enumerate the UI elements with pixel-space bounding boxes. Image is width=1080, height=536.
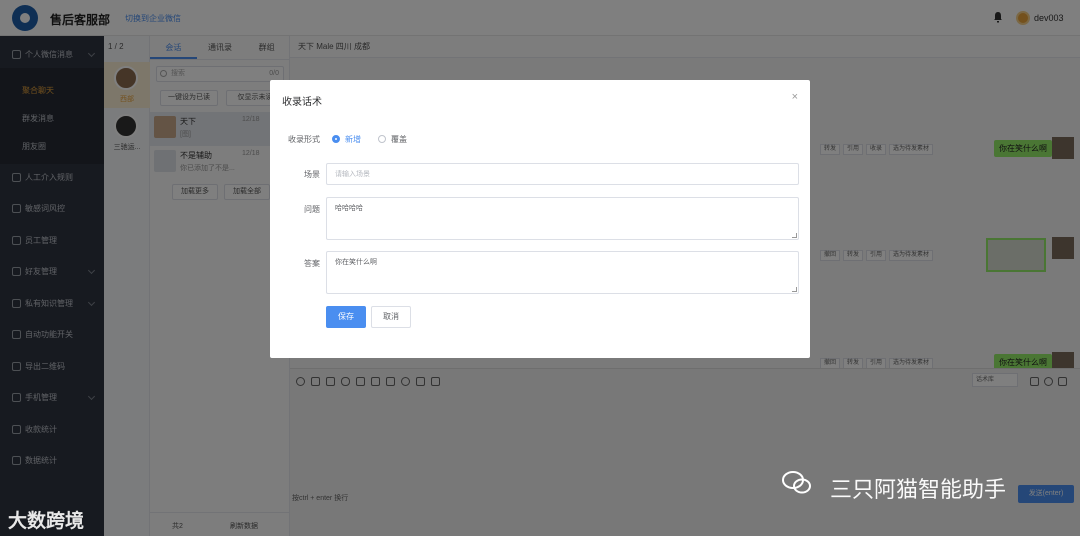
cancel-button[interactable]: 取消: [371, 306, 411, 328]
watermark-right: 三只阿猫智能助手: [830, 477, 1007, 502]
collect-script-dialog: 收录话术 × 收录形式 新增 覆盖 场景 请输入场景 问题 哈哈哈哈 答案 你在…: [270, 80, 810, 358]
question-value: 哈哈哈哈: [335, 205, 363, 212]
save-button[interactable]: 保存: [326, 306, 366, 328]
form-label-answer: 答案: [304, 259, 320, 268]
dialog-title: 收录话术: [282, 97, 322, 108]
answer-value: 你在笑什么啊: [335, 259, 377, 266]
radio-overwrite[interactable]: [378, 135, 386, 143]
watermark-left: 大数跨境: [8, 511, 85, 532]
resize-handle-icon[interactable]: [792, 233, 797, 238]
scene-input[interactable]: 请输入场景: [326, 163, 799, 185]
radio-new[interactable]: [332, 135, 340, 143]
wechat-icon: [782, 471, 811, 494]
form-label-type: 收录形式: [288, 135, 320, 144]
radio-overwrite-label[interactable]: 覆盖: [391, 134, 407, 145]
resize-handle-icon[interactable]: [792, 287, 797, 292]
question-textarea[interactable]: 哈哈哈哈: [326, 197, 799, 240]
radio-new-label[interactable]: 新增: [345, 134, 361, 145]
form-label-scene: 场景: [304, 170, 320, 179]
close-icon[interactable]: ×: [792, 91, 798, 103]
answer-textarea[interactable]: 你在笑什么啊: [326, 251, 799, 294]
form-label-question: 问题: [304, 205, 320, 214]
